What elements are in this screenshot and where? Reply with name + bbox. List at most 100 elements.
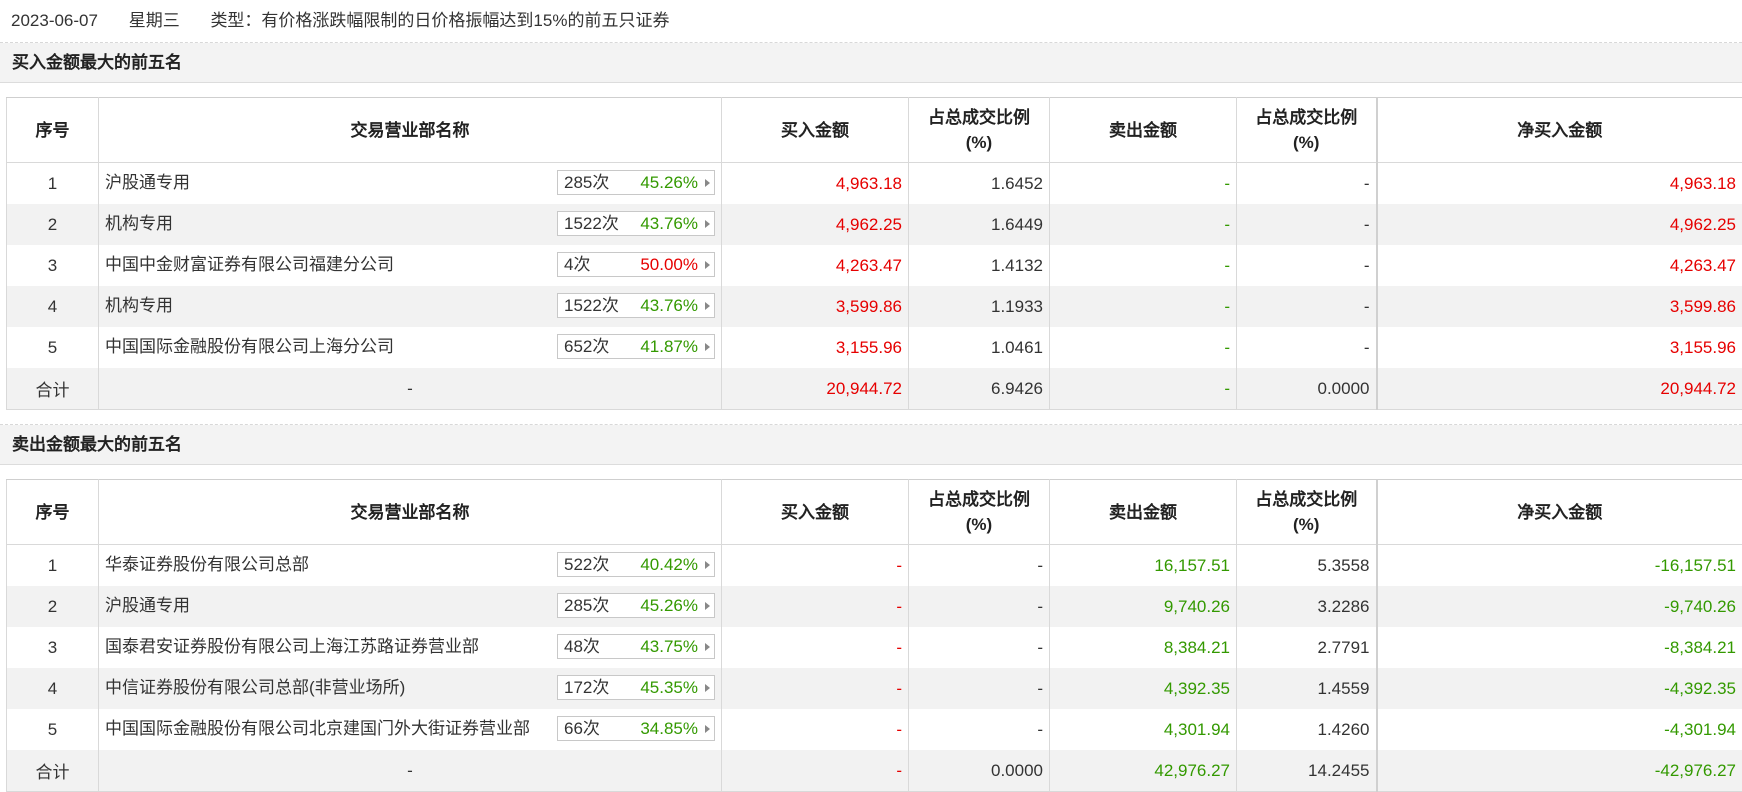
buy-section-title: 买入金额最大的前五名 (0, 43, 1742, 83)
branch-count: 285次 (564, 171, 609, 194)
branch-name-link[interactable]: 中国国际金融股份有限公司上海分公司 (105, 327, 394, 366)
row-buy-amount: 3,155.96 (722, 327, 909, 368)
branch-win-rate: 43.75% (640, 635, 698, 658)
branch-win-rate: 45.26% (640, 594, 698, 617)
row-branch-name-cell: 国泰君安证券股份有限公司上海江苏路证券营业部 48次43.75% (99, 627, 722, 668)
row-net-amount: -16,157.51 (1377, 545, 1742, 587)
branch-stats-badge[interactable]: 285次45.26% (557, 170, 715, 195)
col-header-name: 交易营业部名称 (99, 98, 722, 163)
table-row: 4中信证券股份有限公司总部(非营业场所) 172次45.35% - -4,392.35… (7, 668, 1742, 709)
branch-name-link[interactable]: 沪股通专用 (105, 163, 190, 202)
row-branch-name-cell: 机构专用 1522次43.76% (99, 204, 722, 245)
total-buy-amount: - (722, 750, 909, 792)
chevron-right-icon (705, 643, 710, 651)
sell-table-body: 1华泰证券股份有限公司总部522次40.42%--16,157.515.3558… (7, 545, 1742, 792)
row-net-amount: 4,963.18 (1377, 163, 1742, 205)
row-sell-ratio: 5.3558 (1237, 545, 1377, 587)
row-branch-name-cell: 中国国际金融股份有限公司上海分公司 652次41.87% (99, 327, 722, 368)
branch-win-rate: 34.85% (640, 717, 698, 740)
branch-stats-badge[interactable]: 1522次43.76% (557, 211, 715, 236)
row-branch-name-cell: 华泰证券股份有限公司总部 522次 40.42% (99, 545, 722, 587)
row-sell-ratio: 2.7791 (1237, 627, 1377, 668)
row-branch-name-cell: 中国中金财富证券有限公司福建分公司 4次50.00% (99, 245, 722, 286)
row-net-amount: 4,962.25 (1377, 204, 1742, 245)
col-header-sell: 卖出金额 (1050, 98, 1237, 163)
col-header-sell-ratio: 占总成交比例(%) (1237, 480, 1377, 545)
branch-stats-badge[interactable]: 172次45.35% (557, 675, 715, 700)
row-net-amount: -4,392.35 (1377, 668, 1742, 709)
total-net-amount: 20,944.72 (1377, 368, 1742, 410)
branch-stats-badge[interactable]: 66次 34.85% (557, 716, 715, 741)
branch-count: 1522次 (564, 294, 619, 317)
row-sell-amount: - (1050, 327, 1237, 368)
chevron-right-icon (705, 602, 710, 610)
row-seq: 4 (7, 668, 99, 709)
row-seq: 2 (7, 586, 99, 627)
row-buy-amount: - (722, 545, 909, 587)
table-row: 2机构专用1522次43.76%4,962.251.6449--4,962.25 (7, 204, 1742, 245)
branch-count: 1522次 (564, 212, 619, 235)
total-net-amount: -42,976.27 (1377, 750, 1742, 792)
branch-name-link[interactable]: 华泰证券股份有限公司总部 (105, 545, 309, 584)
row-sell-amount: 4,301.94 (1050, 709, 1237, 750)
branch-count: 285次 (564, 594, 609, 617)
branch-name-link[interactable]: 中国中金财富证券有限公司福建分公司 (105, 245, 394, 284)
type-label: 类型：有价格涨跌幅限制的日价格振幅达到15%的前五只证券 (210, 11, 669, 30)
row-sell-amount: 9,740.26 (1050, 586, 1237, 627)
row-net-amount: -4,301.94 (1377, 709, 1742, 750)
col-header-net: 净买入金额 (1377, 98, 1742, 163)
branch-stats-badge[interactable]: 48次43.75% (557, 634, 715, 659)
branch-stats-badge[interactable]: 4次50.00% (557, 252, 715, 277)
table-row: 3国泰君安证券股份有限公司上海江苏路证券营业部48次43.75%--8,384.… (7, 627, 1742, 668)
table-row: 1沪股通专用285次45.26%4,963.181.6452--4,963.18 (7, 163, 1742, 205)
row-sell-amount: - (1050, 204, 1237, 245)
col-header-net: 净买入金额 (1377, 480, 1742, 545)
sell-section-title: 卖出金额最大的前五名 (0, 425, 1742, 465)
branch-name-link[interactable]: 沪股通专用 (105, 586, 190, 625)
total-buy-ratio: 0.0000 (909, 750, 1050, 792)
chevron-right-icon (705, 261, 710, 269)
table-row: 2沪股通专用285次45.26%--9,740.263.2286-9,740.2… (7, 586, 1742, 627)
row-seq: 1 (7, 545, 99, 587)
table-total-row: 合计-20,944.726.9426-0.000020,944.72 (7, 368, 1742, 410)
row-seq: 3 (7, 245, 99, 286)
chevron-right-icon (705, 725, 710, 733)
branch-count: 172次 (564, 676, 609, 699)
chevron-right-icon (705, 220, 710, 228)
row-sell-amount: - (1050, 163, 1237, 205)
row-buy-ratio: - (909, 668, 1050, 709)
branch-stats-badge[interactable]: 522次 40.42% (557, 552, 715, 577)
total-sell-ratio: 0.0000 (1237, 368, 1377, 410)
branch-stats-badge[interactable]: 652次41.87% (557, 334, 715, 359)
col-header-buy: 买入金额 (722, 98, 909, 163)
total-name: - (99, 368, 722, 410)
row-buy-amount: 4,962.25 (722, 204, 909, 245)
row-buy-ratio: 1.6449 (909, 204, 1050, 245)
branch-win-rate: 40.42% (640, 553, 698, 576)
branch-name-link[interactable]: 机构专用 (105, 286, 173, 325)
row-seq: 2 (7, 204, 99, 245)
col-header-buy-ratio: 占总成交比例(%) (909, 98, 1050, 163)
table-total-row: 合计--0.000042,976.2714.2455-42,976.27 (7, 750, 1742, 792)
branch-name-link[interactable]: 中国国际金融股份有限公司北京建国门外大街证券营业部 (105, 709, 530, 748)
branch-stats-badge[interactable]: 285次 45.26% (557, 593, 715, 618)
sell-top5-table: 序号 交易营业部名称 买入金额 占总成交比例(%) 卖出金额 占总成交比例(%)… (6, 479, 1742, 792)
branch-name-link[interactable]: 机构专用 (105, 204, 173, 243)
branch-count: 522次 (564, 553, 609, 576)
branch-count: 66次 (564, 717, 600, 740)
row-sell-amount: 16,157.51 (1050, 545, 1237, 587)
row-branch-name-cell: 中国国际金融股份有限公司北京建国门外大街证券营业部 66次 34.85% (99, 709, 722, 750)
row-net-amount: 4,263.47 (1377, 245, 1742, 286)
branch-name-link[interactable]: 国泰君安证券股份有限公司上海江苏路证券营业部 (105, 627, 479, 666)
row-sell-ratio: - (1237, 163, 1377, 205)
branch-stats-badge[interactable]: 1522次43.76% (557, 293, 715, 318)
row-branch-name-cell: 沪股通专用 285次45.26% (99, 163, 722, 205)
row-seq: 1 (7, 163, 99, 205)
table-row: 3中国中金财富证券有限公司福建分公司4次50.00%4,263.471.4132… (7, 245, 1742, 286)
col-header-name: 交易营业部名称 (99, 480, 722, 545)
col-header-buy-ratio: 占总成交比例(%) (909, 480, 1050, 545)
row-buy-amount: 4,263.47 (722, 245, 909, 286)
row-buy-ratio: 1.6452 (909, 163, 1050, 205)
branch-name-link[interactable]: 中信证券股份有限公司总部(非营业场所) (105, 668, 405, 707)
row-branch-name-cell: 中信证券股份有限公司总部(非营业场所) 172次45.35% (99, 668, 722, 709)
